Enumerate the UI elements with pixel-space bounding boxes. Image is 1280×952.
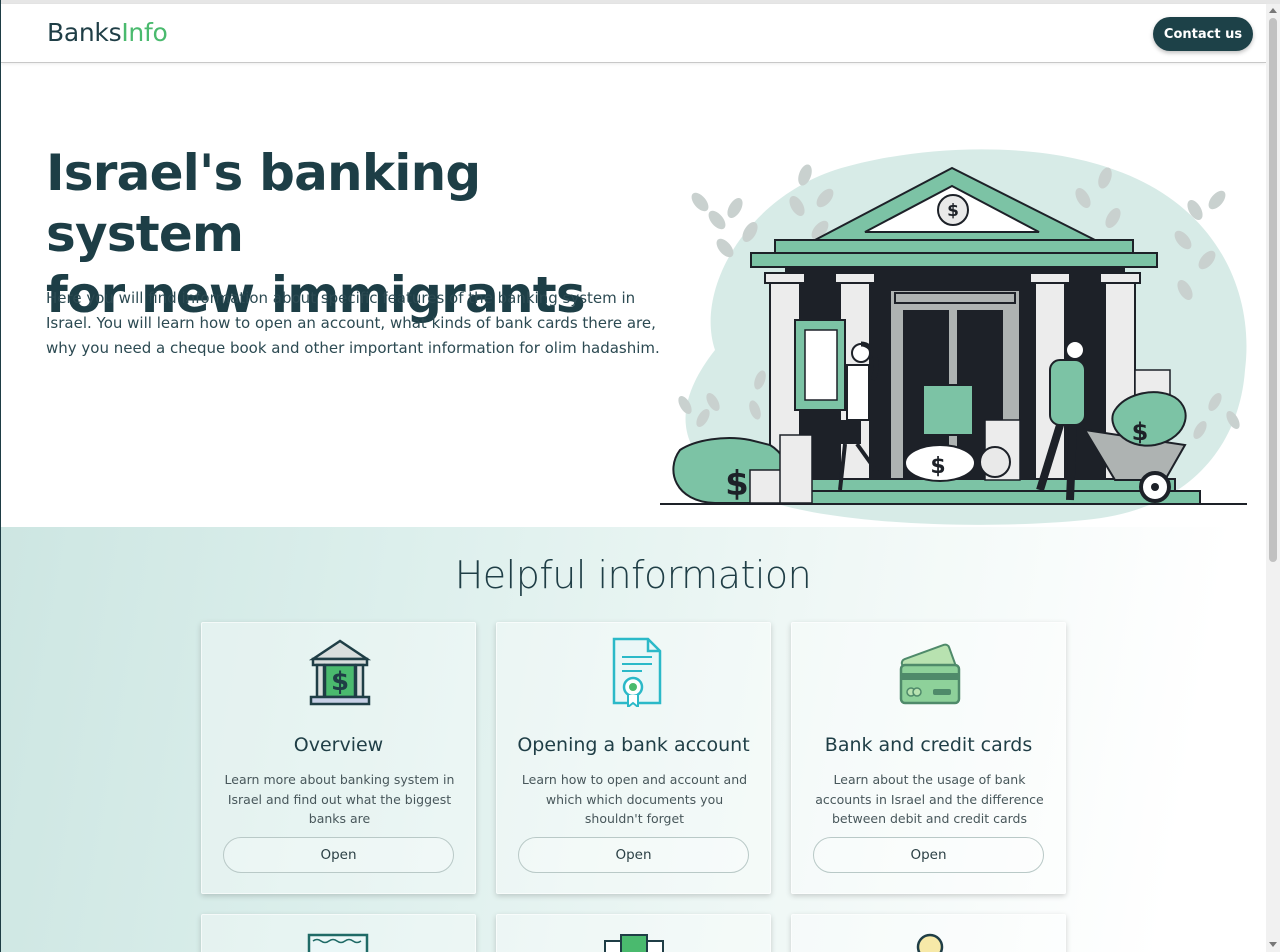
scroll-up-arrow-icon[interactable] — [1269, 8, 1277, 13]
scrollbar-thumb[interactable] — [1269, 18, 1277, 562]
card-description: Learn about the usage of bank accounts i… — [815, 772, 1044, 826]
certificate-document-icon — [612, 637, 662, 707]
bank-dollar-icon: $ — [308, 639, 372, 706]
open-cards-button[interactable]: Open — [813, 837, 1044, 873]
site-header: BanksInfo Contact us — [1, 4, 1266, 63]
svg-text:$: $ — [331, 667, 349, 697]
scroll-down-arrow-icon[interactable] — [1269, 942, 1277, 947]
svg-text:$: $ — [725, 464, 749, 504]
svg-text:$: $ — [930, 454, 945, 479]
card-description: Learn more about banking system in Israe… — [224, 772, 455, 826]
window-left-border — [0, 0, 1, 952]
card-bank-credit-cards: Bank and credit cards Learn about the us… — [791, 622, 1066, 894]
card-opening-account: Opening a bank account Learn how to open… — [496, 622, 771, 894]
open-overview-button[interactable]: Open — [223, 837, 454, 873]
hero-title-line1: Israel's banking system — [46, 144, 481, 263]
card-row2-2 — [496, 914, 771, 952]
bank-building-illustration: $ $ $ $ — [660, 149, 1247, 525]
credit-cards-icon — [899, 643, 961, 705]
cheque-icon — [307, 933, 369, 952]
open-account-button[interactable]: Open — [518, 837, 749, 873]
card-title: Bank and credit cards — [824, 734, 1033, 756]
card-overview: $ Overview Learn more about banking syst… — [201, 622, 476, 894]
card-title: Overview — [293, 734, 384, 756]
wallet-icon — [604, 934, 664, 952]
logo-text-info: Info — [121, 18, 168, 47]
card-description: Learn how to open and account and which … — [521, 772, 748, 826]
page-scrollbar[interactable] — [1266, 4, 1280, 952]
card-row2-3 — [791, 914, 1066, 952]
site-logo[interactable]: BanksInfo — [47, 18, 168, 47]
helpful-info-title: Helpful information — [454, 553, 812, 597]
contact-us-button[interactable]: Contact us — [1153, 17, 1253, 51]
card-title: Opening a bank account — [517, 734, 750, 756]
card-row2-1 — [201, 914, 476, 952]
svg-text:$: $ — [1132, 418, 1149, 446]
hero-description: Here you will find information about spe… — [46, 289, 660, 357]
lightbulb-icon — [916, 933, 944, 952]
svg-text:$: $ — [947, 201, 959, 221]
logo-text-banks: Banks — [47, 18, 122, 47]
